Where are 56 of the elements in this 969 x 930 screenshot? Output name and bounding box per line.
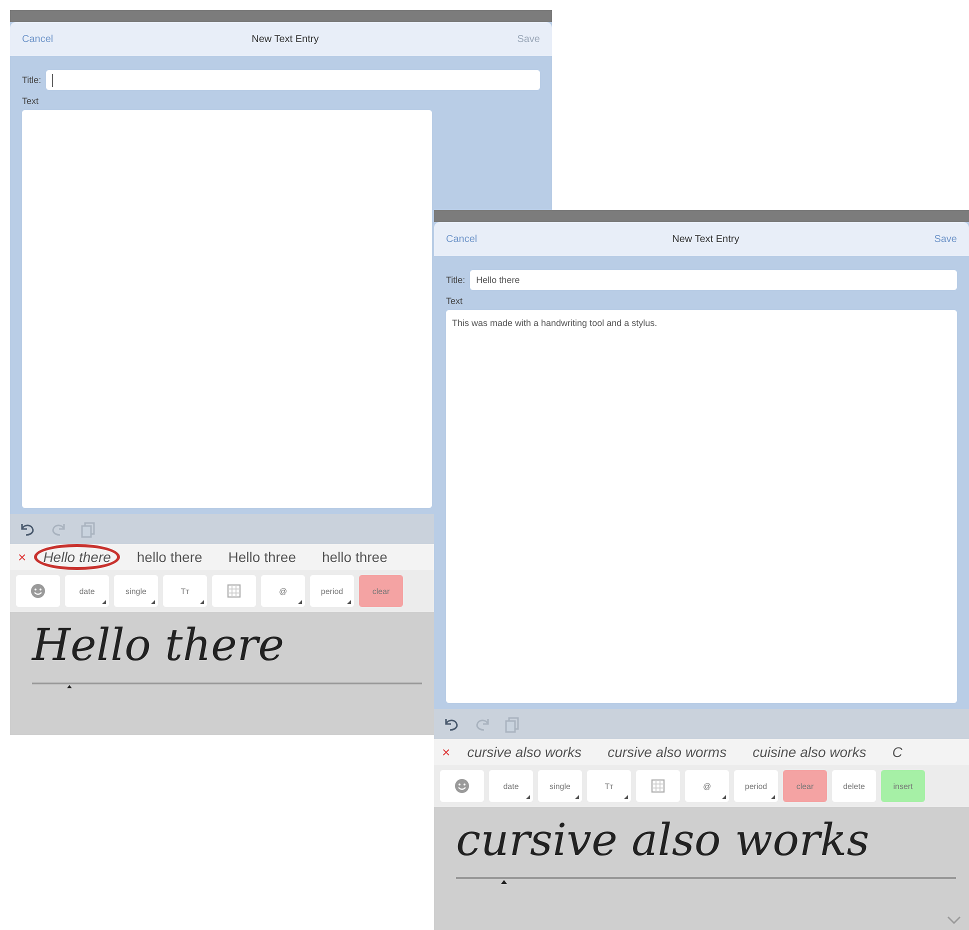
suggestion[interactable]: C [883, 739, 912, 765]
chevron-down-icon [947, 916, 961, 924]
text-label: Text [22, 96, 40, 106]
smiley-icon [454, 778, 470, 794]
dropdown-corner-icon [526, 795, 530, 799]
toolbar-button[interactable]: single [538, 770, 582, 802]
suggestion[interactable]: Hello three [219, 544, 305, 570]
grid-icon [650, 778, 666, 794]
smiley-icon [30, 583, 46, 599]
toolbar-button[interactable]: single [114, 575, 158, 607]
emoji-button[interactable] [440, 770, 484, 802]
toolbar-button[interactable]: insert [881, 770, 925, 802]
grid-button[interactable] [636, 770, 680, 802]
grid-button[interactable] [212, 575, 256, 607]
suggestion[interactable]: cursive also worms [598, 739, 736, 765]
save-button[interactable]: Save [934, 234, 957, 244]
close-button[interactable]: × [442, 744, 450, 760]
emoji-button[interactable] [16, 575, 60, 607]
text-area[interactable]: This was made with a handwriting tool and a stylus. [446, 310, 957, 703]
dropdown-corner-icon [102, 600, 106, 604]
grid-icon [226, 583, 242, 599]
handwritten-ink: Hello there [32, 620, 284, 671]
suggestion[interactable]: cuisine also works [744, 739, 876, 765]
toolbar-button[interactable]: date [489, 770, 533, 802]
toolbar-button[interactable]: @ [261, 575, 305, 607]
toolbar-button[interactable]: delete [832, 770, 876, 802]
close-button[interactable]: × [18, 549, 26, 565]
toolbar-button[interactable]: date [65, 575, 109, 607]
dropdown-corner-icon [151, 600, 155, 604]
screen-title: New Text Entry [252, 34, 319, 44]
suggestion[interactable]: cursive also works [458, 739, 591, 765]
handwriting-pad[interactable]: Hello there [10, 612, 434, 735]
toolbar-button[interactable]: @ [685, 770, 729, 802]
dropdown-corner-icon [575, 795, 579, 799]
handwriting-pad[interactable]: cursive also works [434, 807, 969, 930]
toolbar-button[interactable]: period [310, 575, 354, 607]
title-field[interactable]: Hello there [470, 270, 957, 290]
dropdown-corner-icon [298, 600, 302, 604]
toolbar-button[interactable]: Tт [587, 770, 631, 802]
cancel-button[interactable]: Cancel [446, 234, 478, 244]
screen-title: New Text Entry [672, 234, 740, 244]
dropdown-corner-icon [771, 795, 775, 799]
suggestion[interactable]: hello three [312, 544, 396, 570]
dropdown-corner-icon [347, 600, 351, 604]
toolbar-button[interactable]: Tт [163, 575, 207, 607]
handwritten-ink: cursive also works [456, 815, 870, 866]
dropdown-corner-icon [200, 600, 204, 604]
title-label: Title: [22, 75, 42, 85]
title-field[interactable] [46, 70, 540, 90]
text-label: Text [446, 296, 464, 306]
toolbar-button[interactable]: period [734, 770, 778, 802]
suggestion[interactable]: hello there [128, 544, 212, 570]
dropdown-corner-icon [722, 795, 726, 799]
title-label: Title: [446, 275, 466, 285]
dropdown-corner-icon [624, 795, 628, 799]
cancel-button[interactable]: Cancel [22, 34, 54, 44]
